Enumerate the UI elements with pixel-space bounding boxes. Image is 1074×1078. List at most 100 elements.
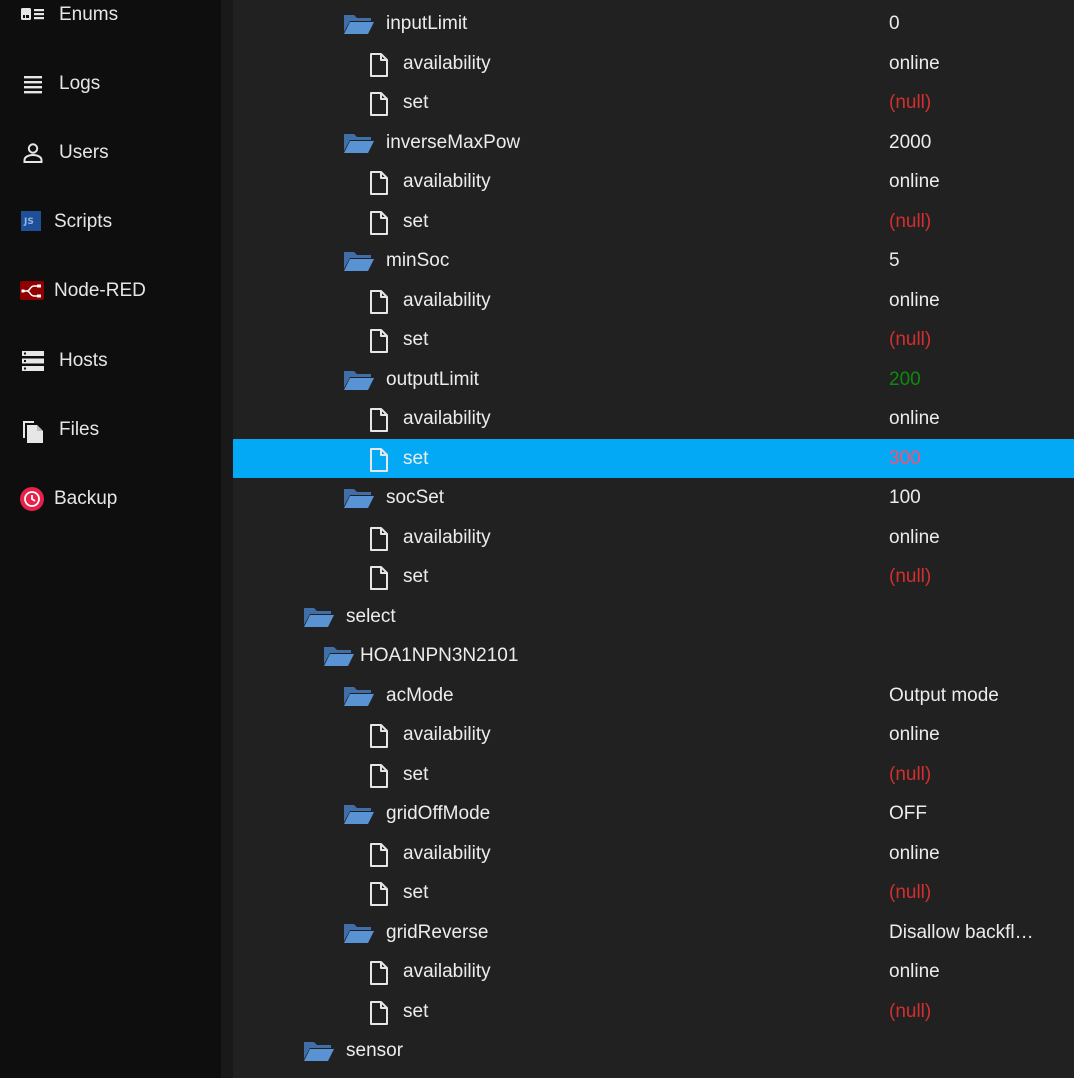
sidebar-item-label: Enums [59,4,119,25]
sidebar-item-label: Scripts [54,211,113,232]
sidebar-item-label: Logs [59,73,101,94]
tree-item-value[interactable]: Disallow backfl… [889,922,1034,944]
tree-folder-row[interactable]: gridOffMode OFF [233,794,1074,834]
tree-folder-row[interactable]: HOA1NPN3N2101 [233,636,1074,676]
tree-item-value[interactable]: (null) [889,882,931,904]
tree-state-row[interactable]: set (null) [233,755,1074,795]
sidebar-item-files[interactable]: Files [0,404,221,456]
tree-item-value[interactable]: online [889,527,940,549]
tree-item-name: availability [403,289,491,311]
tree-item-name: minSoc [386,250,450,271]
tree-item-name: availability [403,408,491,429]
tree-folder-row[interactable]: socSet 100 [233,478,1074,518]
sidebar: Enums Logs Users JS Scripts Node-RED Hos… [0,0,221,1078]
tree-folder-row[interactable]: outputLimit 200 [233,360,1074,400]
user-icon [20,140,46,166]
tree-state-row[interactable]: availability online [233,952,1074,992]
tree-state-row[interactable]: availability online [233,518,1074,558]
file-icon [368,170,390,201]
tree-folder-row[interactable]: inputLimit 0 [233,4,1074,44]
tree-item-name: set [403,882,429,903]
tree-item-value[interactable]: online [889,408,940,430]
sidebar-item-label: Users [59,142,109,163]
tree-item-value[interactable]: 300 [889,448,921,470]
tree-item-name: sensor [346,1040,404,1061]
tree-state-row[interactable]: availability online [233,399,1074,439]
tree-state-row[interactable]: availability online [233,715,1074,755]
sidebar-item-scripts[interactable]: JS Scripts [0,196,221,248]
tree-item-value[interactable]: 5 [889,250,900,272]
tree-item-value[interactable]: (null) [889,211,931,233]
tree-folder-row[interactable]: inverseMaxPow 2000 [233,123,1074,163]
tree-item-name: availability [403,842,491,864]
tree-state-row[interactable]: availability online [233,162,1074,202]
tree-item-name: gridReverse [386,921,489,943]
tree-item-name: set [403,329,429,350]
tree-item-value[interactable]: Output mode [889,685,999,707]
tree-state-row[interactable]: set (null) [233,320,1074,360]
svg-text:JS: JS [23,217,34,227]
tree-item-name: set [403,92,429,113]
tree-item-name: acMode [386,684,454,706]
tree-item-name: outputLimit [386,368,479,390]
tree-state-row[interactable]: set (null) [233,992,1074,1032]
tree-item-name: availability [403,52,491,74]
tree-item-value[interactable]: 0 [889,13,900,35]
folder-open-icon [343,684,375,713]
tree-item-name: inverseMaxPow [386,131,521,153]
tree-state-row[interactable]: set (null) [233,83,1074,123]
tree-folder-row[interactable]: sensor [233,1031,1074,1071]
sidebar-item-logs[interactable]: Logs [0,58,221,110]
tree-item-value[interactable]: online [889,961,940,983]
tree-item-value[interactable]: OFF [889,803,927,825]
tree-item-value[interactable]: (null) [889,1001,931,1023]
folder-open-icon [343,802,375,831]
file-icon [368,881,390,912]
folder-open-icon [303,1039,335,1068]
file-icon [368,210,390,241]
file-icon [368,723,390,754]
file-icon [368,407,390,438]
tree-item-value[interactable]: 100 [889,487,921,509]
tree-folder-row[interactable]: minSoc 5 [233,241,1074,281]
sidebar-divider [221,0,233,1078]
enums-icon [20,2,46,28]
tree-item-name: set [403,1000,429,1022]
tree-item-value[interactable]: online [889,724,940,746]
folder-open-icon [343,131,375,160]
tree-folder-row[interactable]: gridReverse Disallow backfl… [233,913,1074,953]
file-icon [368,328,390,359]
tree-state-row[interactable]: set (null) [233,557,1074,597]
file-icon [368,526,390,557]
folder-open-icon [343,12,375,41]
tree-folder-row[interactable]: select [233,597,1074,637]
sidebar-item-enums[interactable]: Enums [0,0,221,41]
tree-item-value[interactable]: (null) [889,92,931,114]
tree-item-name: inputLimit [386,13,468,34]
tree-state-row[interactable]: set (null) [233,202,1074,242]
sidebar-item-node-red[interactable]: Node-RED [0,265,221,317]
tree-item-value[interactable]: 200 [889,369,921,391]
tree-state-row[interactable]: availability online [233,834,1074,874]
tree-item-value[interactable]: online [889,843,940,865]
tree-state-row[interactable]: availability online [233,281,1074,321]
tree-item-value[interactable]: online [889,171,940,193]
tree-item-name: availability [403,724,491,745]
tree-item-value[interactable]: 2000 [889,132,931,154]
tree-folder-row[interactable]: acMode Output mode [233,676,1074,716]
tree-item-value[interactable]: (null) [889,566,931,588]
hosts-icon [20,348,46,374]
tree-item-value[interactable]: online [889,53,940,75]
tree-state-row[interactable]: set (null) [233,873,1074,913]
tree-item-value[interactable]: online [889,290,940,312]
file-icon [368,447,390,478]
sidebar-item-hosts[interactable]: Hosts [0,335,221,387]
folder-open-icon [303,605,335,634]
logs-icon [20,71,46,97]
tree-state-row[interactable]: set 300 [233,438,1074,478]
tree-item-value[interactable]: (null) [889,329,931,351]
tree-item-value[interactable]: (null) [889,764,931,786]
sidebar-item-backup[interactable]: Backup [0,473,221,525]
tree-state-row[interactable]: availability online [233,44,1074,84]
sidebar-item-users[interactable]: Users [0,127,221,179]
